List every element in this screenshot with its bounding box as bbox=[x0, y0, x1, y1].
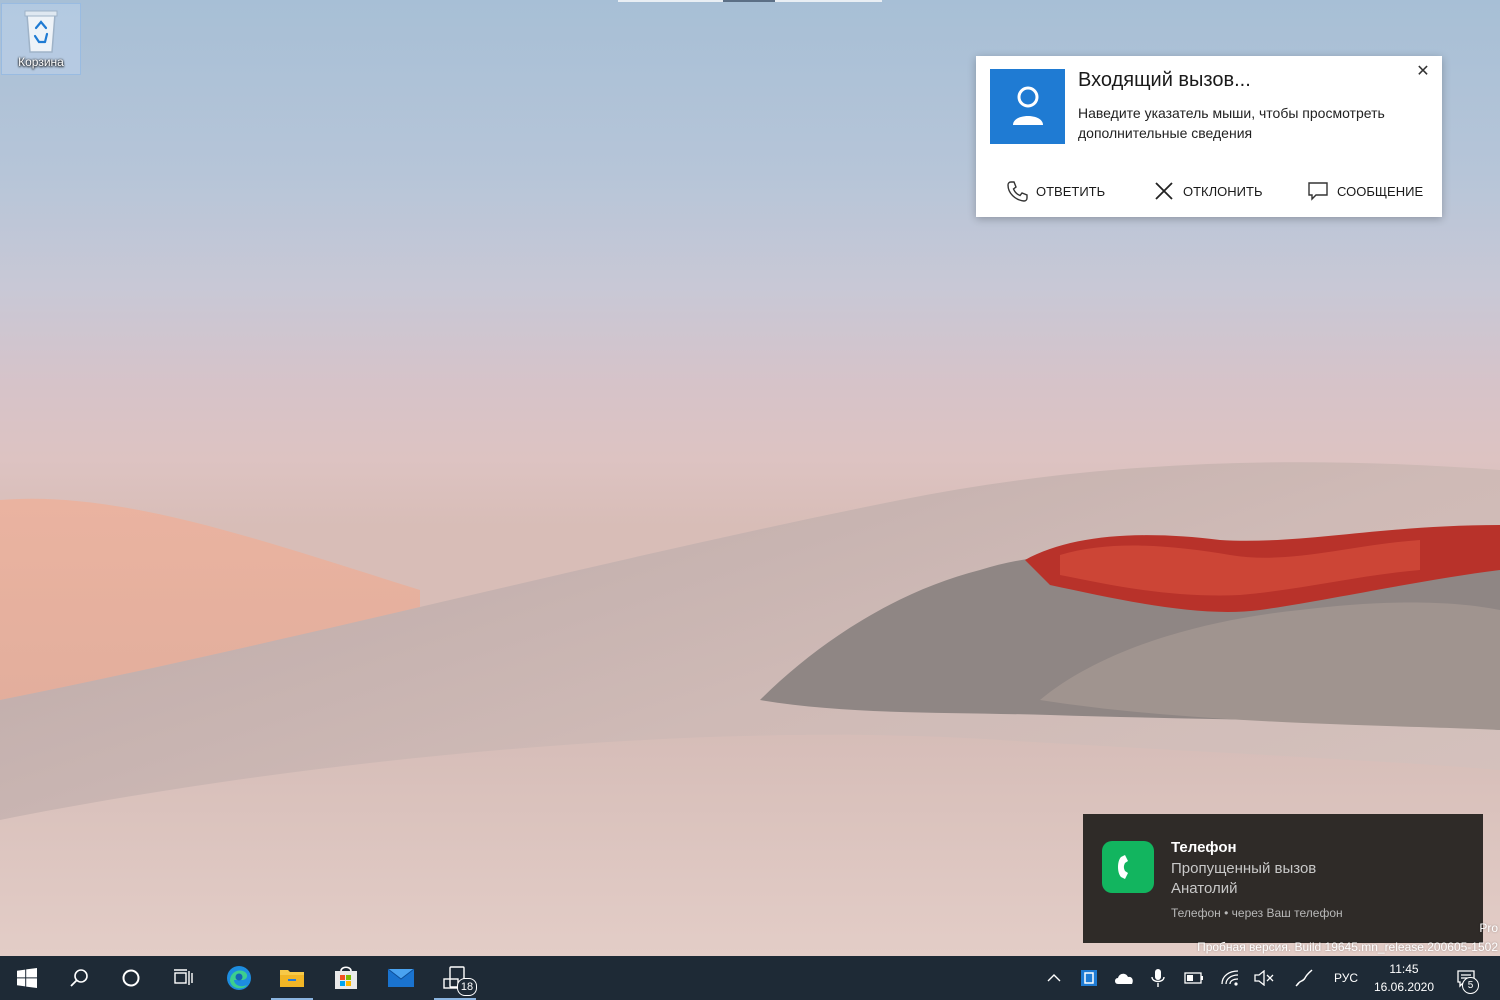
recycle-bin-icon bbox=[24, 10, 58, 53]
store-button[interactable] bbox=[322, 956, 370, 1000]
message-button[interactable]: СООБЩЕНИЕ bbox=[1307, 178, 1423, 204]
task-view-icon bbox=[174, 969, 193, 985]
top-drag-hint-handle[interactable] bbox=[723, 0, 775, 2]
watermark-edition: Pro bbox=[1479, 921, 1498, 935]
missed-call-label: Пропущенный вызов bbox=[1171, 860, 1317, 877]
caller-name: Анатолий bbox=[1171, 880, 1238, 897]
phone-app-icon bbox=[1102, 841, 1154, 893]
chevron-up-icon bbox=[1047, 974, 1061, 982]
wifi-icon bbox=[1221, 970, 1239, 986]
notification-count-badge: 5 bbox=[1462, 977, 1479, 994]
volume-muted-icon bbox=[1254, 970, 1274, 986]
clock-time: 11:45 bbox=[1389, 962, 1419, 976]
task-view-button[interactable] bbox=[159, 956, 207, 1000]
microphone-icon bbox=[1151, 969, 1165, 987]
pen-icon bbox=[1295, 969, 1313, 987]
search-button[interactable] bbox=[55, 956, 103, 1000]
your-phone-badge: 18 bbox=[457, 978, 477, 996]
start-button[interactable] bbox=[3, 956, 51, 1000]
answer-button[interactable]: ОТВЕТИТЬ bbox=[1006, 178, 1105, 204]
cortana-icon bbox=[122, 969, 140, 987]
phone-handset-icon bbox=[1118, 855, 1128, 879]
incoming-call-toast[interactable]: Входящий вызов... Наведите указатель мыш… bbox=[976, 56, 1442, 217]
edge-button[interactable] bbox=[215, 956, 263, 1000]
your-phone-button[interactable]: 18 bbox=[431, 956, 479, 1000]
taskbar: 18 РУС 11:45 16.06.2020 5 bbox=[0, 956, 1500, 1000]
mail-icon bbox=[387, 968, 415, 987]
missed-app-name: Телефон bbox=[1171, 839, 1237, 856]
onedrive-cloud-icon bbox=[1115, 973, 1133, 984]
onedrive-tray-button[interactable] bbox=[1110, 956, 1138, 1000]
edge-icon bbox=[227, 966, 251, 990]
store-icon bbox=[335, 966, 357, 989]
mail-button[interactable] bbox=[377, 956, 425, 1000]
watermark-build: Пробная версия. Build 19645.mn_release.2… bbox=[1197, 940, 1498, 954]
close-button[interactable]: ✕ bbox=[1414, 63, 1432, 81]
toast-attribution: Телефон • через Ваш телефон bbox=[1171, 906, 1343, 920]
search-icon bbox=[70, 969, 88, 987]
message-icon bbox=[1308, 182, 1328, 201]
file-explorer-button[interactable] bbox=[268, 956, 316, 1000]
message-label: СООБЩЕНИЕ bbox=[1337, 183, 1424, 199]
microphone-tray-button[interactable] bbox=[1144, 956, 1172, 1000]
caller-avatar bbox=[990, 69, 1065, 144]
decline-label: ОТКЛОНИТЬ bbox=[1183, 183, 1263, 199]
close-icon: ✕ bbox=[1416, 63, 1430, 80]
phone-icon bbox=[1007, 181, 1028, 202]
clock-date: 16.06.2020 bbox=[1373, 980, 1435, 994]
file-explorer-icon bbox=[280, 970, 304, 987]
volume-tray-button[interactable] bbox=[1250, 956, 1278, 1000]
show-hidden-icons-button[interactable] bbox=[1040, 956, 1068, 1000]
action-center-button[interactable]: 5 bbox=[1449, 956, 1483, 1000]
missed-call-toast[interactable]: Телефон Пропущенный вызов Анатолий Телеф… bbox=[1083, 814, 1483, 943]
language-indicator[interactable]: РУС bbox=[1326, 956, 1366, 1000]
decline-x-icon bbox=[1155, 182, 1173, 200]
call-description: Наведите указатель мыши, чтобы просмотре… bbox=[1078, 105, 1385, 141]
person-icon bbox=[1013, 86, 1043, 125]
answer-label: ОТВЕТИТЬ bbox=[1036, 183, 1106, 199]
recycle-bin-shortcut[interactable]: Корзина bbox=[1, 3, 81, 75]
defender-tray-button[interactable] bbox=[1075, 956, 1103, 1000]
battery-icon bbox=[1184, 972, 1203, 984]
call-title: Входящий вызов... bbox=[1078, 69, 1251, 91]
network-tray-button[interactable] bbox=[1216, 956, 1244, 1000]
pen-workspace-tray-button[interactable] bbox=[1290, 956, 1318, 1000]
battery-tray-button[interactable] bbox=[1180, 956, 1208, 1000]
clock[interactable]: 11:45 16.06.2020 bbox=[1368, 960, 1440, 996]
cortana-button[interactable] bbox=[107, 956, 155, 1000]
decline-button[interactable]: ОТКЛОНИТЬ bbox=[1153, 178, 1262, 204]
desktop: Корзина Входящий вызов... Наведите указа… bbox=[0, 0, 1500, 956]
recycle-bin-label: Корзина bbox=[18, 55, 64, 69]
defender-icon bbox=[1081, 970, 1097, 986]
start-icon bbox=[17, 968, 37, 988]
